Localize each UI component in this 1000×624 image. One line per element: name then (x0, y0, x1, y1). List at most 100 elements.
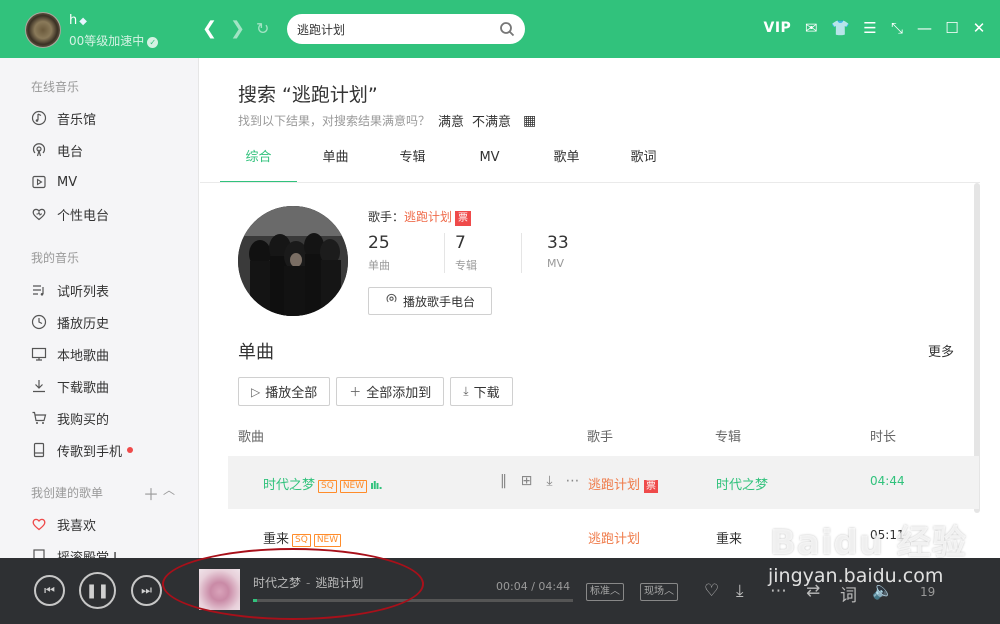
menu-icon[interactable]: ☰ (863, 18, 877, 38)
previous-icon[interactable]: ⏮ (34, 575, 65, 606)
forward-icon[interactable]: ❯ (230, 18, 245, 40)
window-controls: VIP ✉ 👕 ☰ ⤡ — ☐ ✕ (764, 18, 987, 38)
song-title-cell[interactable]: 重来 SQ NEW (263, 528, 342, 547)
minimize-icon[interactable]: — (917, 18, 932, 38)
song-actions-bar: ▷ 播放全部 ＋ 全部添加到 ⤓ 下载 (238, 377, 513, 406)
chevron-up-icon[interactable]: ︿ (163, 481, 175, 498)
user-level: 00等级加速中 ✓ (69, 32, 159, 49)
phone-icon (31, 442, 47, 458)
sidebar-item-purchased[interactable]: 我购买的 (31, 408, 109, 428)
monitor-icon (31, 346, 47, 362)
back-icon[interactable]: ❮ (202, 18, 217, 40)
stat-albums[interactable]: 7 专辑 (445, 233, 522, 273)
quality-label: 标准 (590, 586, 610, 597)
stat-mv[interactable]: 33 MV (522, 233, 599, 273)
more-options-icon[interactable]: ⋯ (770, 581, 787, 601)
sidebar-item-downloads[interactable]: 下载歌曲 (31, 376, 109, 396)
avatar[interactable] (25, 12, 61, 48)
row-actions: ‖ ⊞ ⤓ ⋯ (495, 473, 581, 489)
music-hall-icon (31, 110, 47, 126)
search-input[interactable] (297, 20, 497, 38)
sidebar-item-local-songs[interactable]: 本地歌曲 (31, 344, 109, 364)
lyrics-icon[interactable]: 词 (840, 581, 857, 606)
current-time: 00:04 (496, 580, 528, 593)
column-singer: 歌手 (587, 430, 614, 445)
qrcode-icon[interactable]: ▦ (523, 113, 536, 129)
tab-playlists[interactable]: 歌单 (528, 144, 605, 183)
tab-lyrics[interactable]: 歌词 (605, 144, 682, 183)
stat-num: 25 (368, 233, 390, 253)
now-playing-artist[interactable]: 逃跑计划 (315, 576, 363, 590)
download-icon[interactable]: ⤓ (541, 473, 558, 489)
like-icon[interactable]: ♡ (704, 581, 719, 601)
username[interactable]: h ◆ (69, 13, 87, 28)
volume-icon[interactable]: 🔈 (872, 581, 893, 601)
mode-label: 现场 (644, 586, 664, 597)
play-all-button[interactable]: ▷ 播放全部 (238, 377, 331, 406)
more-link[interactable]: 更多 (928, 341, 954, 360)
sidebar-item-label: 音乐馆 (57, 112, 97, 128)
progress-bar[interactable] (253, 599, 573, 602)
table-row[interactable]: 时代之梦 SQ NEW ılı. ‖ ⊞ ⤓ ⋯ 逃跑计划票 时代之梦 04:44 (228, 456, 979, 509)
ticket-icon[interactable]: 票 (644, 480, 659, 493)
satisfied-button[interactable]: 满意 (438, 111, 464, 130)
tab-albums[interactable]: 专辑 (374, 144, 451, 183)
album-cell[interactable]: 重来 (716, 528, 742, 547)
refresh-icon[interactable]: ↻ (256, 18, 269, 40)
mini-mode-icon[interactable]: ⤡ (890, 18, 904, 38)
add-icon[interactable]: ⊞ (518, 473, 535, 489)
maximize-icon[interactable]: ☐ (945, 18, 959, 38)
tab-mv[interactable]: MV (451, 144, 528, 183)
sidebar-item-label: 本地歌曲 (57, 348, 110, 364)
ticket-icon[interactable]: 票 (455, 211, 472, 226)
artist-label-prefix: 歌手： (368, 210, 405, 224)
download-icon[interactable]: ⤓ (736, 581, 744, 601)
sidebar-item-favorites[interactable]: 我喜欢 (31, 514, 96, 534)
artist-photo[interactable] (238, 206, 348, 316)
now-playing-song[interactable]: 时代之梦 (253, 576, 301, 590)
mail-icon[interactable]: ✉ (804, 18, 818, 38)
sidebar-item-personal-radio[interactable]: 个性电台 (31, 204, 109, 224)
play-all-label: 播放全部 (265, 386, 318, 401)
pause-icon[interactable]: ‖ (495, 473, 512, 489)
sidebar-item-mv[interactable]: MV (31, 172, 77, 192)
vip-button[interactable]: VIP (764, 18, 792, 38)
song-title-cell[interactable]: 时代之梦 SQ NEW ılı. (263, 474, 383, 493)
more-options-icon[interactable]: ⋯ (564, 473, 581, 489)
play-artist-radio-button[interactable]: 播放歌手电台 (368, 287, 492, 315)
stat-songs[interactable]: 25 单曲 (368, 233, 445, 273)
table-row[interactable]: 重来 SQ NEW 逃跑计划 重来 05:11 (228, 510, 979, 558)
unsatisfied-button[interactable]: 不满意 (472, 111, 511, 130)
result-tabs: 综合 单曲 专辑 MV 歌单 歌词 (220, 144, 682, 183)
sidebar-item-music-hall[interactable]: 音乐馆 (31, 108, 96, 128)
add-all-button[interactable]: ＋ 全部添加到 (336, 377, 445, 406)
sidebar-item-radio[interactable]: 电台 (31, 140, 83, 160)
tab-all[interactable]: 综合 (220, 144, 297, 183)
next-icon[interactable]: ⏭ (131, 575, 162, 606)
album-cover[interactable] (199, 569, 240, 610)
quality-dropdown[interactable]: 标准︿ (586, 583, 624, 601)
now-playing[interactable]: 时代之梦 - 逃跑计划 (253, 574, 363, 591)
song-title[interactable]: 重来 (263, 532, 289, 547)
duration-cell: 05:11 (870, 528, 905, 542)
pause-button[interactable]: ❚❚ (79, 572, 116, 609)
singer-link[interactable]: 逃跑计划 (588, 478, 640, 493)
song-title[interactable]: 时代之梦 (263, 478, 315, 493)
add-playlist-icon[interactable]: ＋ (143, 481, 159, 505)
album-cell[interactable]: 时代之梦 (716, 474, 768, 493)
singer-cell[interactable]: 逃跑计划 (588, 528, 640, 547)
sidebar-item-trial-list[interactable]: 试听列表 (31, 280, 109, 300)
sidebar-item-rock-hall[interactable]: 摇滚殿堂 I (31, 546, 117, 558)
close-icon[interactable]: ✕ (972, 18, 986, 38)
tab-songs[interactable]: 单曲 (297, 144, 374, 183)
sidebar-item-send-to-phone[interactable]: 传歌到手机 (31, 440, 134, 460)
username-text[interactable]: h (69, 13, 77, 28)
loop-icon[interactable]: ⇄ (806, 581, 820, 601)
skin-icon[interactable]: 👕 (831, 18, 850, 38)
live-mode-dropdown[interactable]: 现场︿ (640, 583, 678, 601)
singer-cell[interactable]: 逃跑计划票 (588, 474, 659, 493)
sidebar-item-history[interactable]: 播放历史 (31, 312, 109, 332)
artist-name-link[interactable]: 逃跑计划 (404, 210, 452, 224)
search-icon[interactable] (499, 21, 515, 37)
download-button[interactable]: ⤓ 下载 (450, 377, 513, 406)
